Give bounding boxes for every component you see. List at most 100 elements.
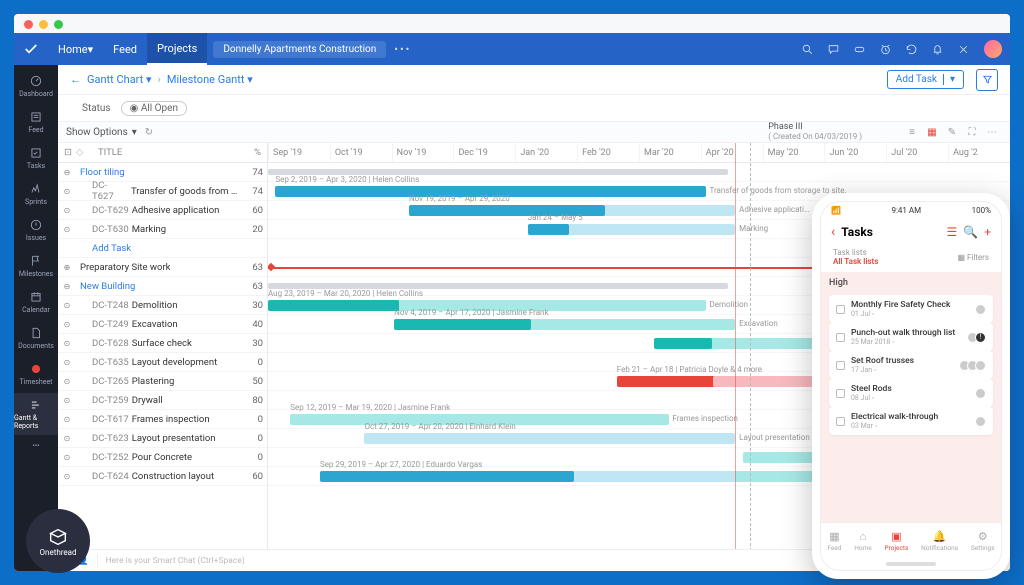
gantt-bar[interactable] <box>320 471 743 482</box>
chat-placeholder: Here is your Smart Chat (Ctrl+Space) <box>106 556 245 566</box>
refresh-icon[interactable]: ↻ <box>145 127 153 138</box>
bell-icon[interactable] <box>924 43 950 56</box>
status-filter-pill[interactable]: ◉ All Open <box>121 101 187 116</box>
phone-tab-home[interactable]: ⌂Home <box>854 530 872 552</box>
task-row[interactable]: ⊙DC-T624Construction layout60 <box>58 467 267 486</box>
gantt-bar[interactable] <box>364 433 735 444</box>
phone-statusbar: 📶9:41 AM100% <box>821 202 1001 218</box>
add-task-button[interactable]: Add Task▾ <box>887 70 964 89</box>
fullscreen-icon[interactable]: ⛶ <box>962 127 982 138</box>
task-row[interactable]: ⊙DC-T630Marking20 <box>58 220 267 239</box>
phone-task-card[interactable]: Electrical walk-through03 Mar ◦ <box>829 407 993 435</box>
task-row[interactable]: ⊙DC-T265Plastering50 <box>58 372 267 391</box>
checkbox[interactable] <box>836 389 845 398</box>
month-header: Mar '20 <box>639 143 701 162</box>
maximize-window-icon[interactable] <box>54 20 63 29</box>
tools-icon[interactable] <box>950 43 976 56</box>
rail-timesheet[interactable]: Timesheet <box>14 357 58 391</box>
phone-search-icon[interactable]: 🔍 <box>963 225 978 239</box>
onethread-badge: Onethread <box>26 509 90 573</box>
task-row[interactable]: ⊙DC-T252Pour Concrete0 <box>58 448 267 467</box>
rail-issues[interactable]: Issues <box>14 213 58 247</box>
page-breadcrumb: ← Gantt Chart ▾ › Milestone Gantt ▾ Add … <box>58 65 1010 95</box>
phone-task-card[interactable]: Punch-out walk through list25 Mar 2018 ◦… <box>829 323 993 351</box>
phone-task-card[interactable]: Steel Rods08 Jul ◦ <box>829 379 993 407</box>
checkbox[interactable] <box>836 361 845 370</box>
task-row[interactable]: ⊙DC-T635Layout development0 <box>58 353 267 372</box>
phone-tab-feed[interactable]: ▦Feed <box>827 530 841 552</box>
phone-back-icon[interactable]: ‹ <box>831 224 835 240</box>
alarm-icon[interactable] <box>872 43 898 56</box>
task-row[interactable]: ⊙DC-T623Layout presentation0 <box>58 429 267 448</box>
task-row[interactable]: ⊙DC-T628Surface check30 <box>58 334 267 353</box>
phone-task-card[interactable]: Monthly Fire Safety Check01 Jul ◦ <box>829 295 993 323</box>
task-row[interactable]: ⊖New Building63 <box>58 277 267 296</box>
phone-tab-projects[interactable]: ▣Projects <box>885 530 909 552</box>
phone-tab-notifications[interactable]: 🔔Notifications <box>921 530 958 552</box>
month-header: Jan '20 <box>515 143 577 162</box>
month-header: Sep '19 <box>268 143 330 162</box>
rail-gantt[interactable]: Gantt & Reports <box>14 393 58 435</box>
gantt-list-header: ⊡ ◇ TITLE % <box>58 143 267 163</box>
chat-icon[interactable] <box>820 43 846 56</box>
user-avatar[interactable] <box>984 40 1002 58</box>
rail-dashboard[interactable]: Dashboard <box>14 69 58 103</box>
search-icon[interactable] <box>794 43 820 56</box>
minimize-window-icon[interactable] <box>39 20 48 29</box>
phone-task-card[interactable]: Set Roof trusses17 Jan ◦ <box>829 351 993 379</box>
refresh-icon[interactable] <box>898 43 924 56</box>
gantt-bar[interactable] <box>394 319 735 330</box>
rail-milestones[interactable]: Milestones <box>14 249 58 283</box>
month-header: Feb '20 <box>577 143 639 162</box>
rail-feed[interactable]: Feed <box>14 105 58 139</box>
app-logo-icon[interactable] <box>14 41 48 57</box>
checkbox[interactable] <box>836 417 845 426</box>
task-row[interactable]: ⊙DC-T617Frames inspection0 <box>58 410 267 429</box>
crumb-milestone[interactable]: Milestone Gantt ▾ <box>167 73 253 86</box>
crumb-gantt[interactable]: Gantt Chart ▾ <box>87 73 152 86</box>
chevron-right-icon: › <box>158 73 161 86</box>
task-row[interactable]: Add Task <box>58 239 267 258</box>
nav-more-icon[interactable]: ••• <box>394 43 411 56</box>
rail-more[interactable]: ••• <box>14 437 58 455</box>
task-row[interactable]: ⊙DC-T259Drywall80 <box>58 391 267 410</box>
checkbox[interactable] <box>836 333 845 342</box>
top-nav: Home ▾ Feed Projects Donnelly Apartments… <box>14 33 1010 65</box>
add-task-dropdown-icon[interactable]: ▾ <box>943 74 955 85</box>
toolbar-icon-2[interactable]: ▦ <box>922 127 942 138</box>
gantt-bar[interactable] <box>528 224 736 235</box>
phase-marker: Phase III( Created On 04/03/2019 ) <box>768 122 862 142</box>
status-label: Status <box>82 103 111 114</box>
close-window-icon[interactable] <box>24 20 33 29</box>
task-row[interactable]: ⊙DC-T629Adhesive application60 <box>58 201 267 220</box>
nav-projects[interactable]: Projects <box>147 33 207 65</box>
pct-header: % <box>239 147 261 158</box>
game-icon[interactable] <box>846 43 872 56</box>
rail-tasks[interactable]: Tasks <box>14 141 58 175</box>
project-breadcrumb[interactable]: Donnelly Apartments Construction <box>213 41 386 58</box>
nav-feed[interactable]: Feed <box>103 33 147 65</box>
rail-calendar[interactable]: Calendar <box>14 285 58 319</box>
status-row: Status ◉ All Open <box>58 95 1010 121</box>
gantt-task-list: ⊡ ◇ TITLE % ⊖Floor tiling74⊙DC-T627Trans… <box>58 143 268 571</box>
phone-tab-settings[interactable]: ⚙Settings <box>971 530 995 552</box>
filter-button[interactable] <box>976 69 998 91</box>
rail-documents[interactable]: Documents <box>14 321 58 355</box>
phone-filters[interactable]: ▦ Filters <box>957 253 989 262</box>
task-row[interactable]: ⊕Preparatory Site work63 <box>58 258 267 277</box>
nav-home[interactable]: Home ▾ <box>48 33 103 65</box>
phone-add-icon[interactable]: + <box>984 225 991 239</box>
task-row[interactable]: ⊙DC-T627Transfer of goods from s...74 <box>58 182 267 201</box>
toolbar-icon-3[interactable]: ✎ <box>942 127 962 138</box>
month-header: Jun '20 <box>824 143 886 162</box>
left-rail: DashboardFeedTasksSprintsIssuesMilestone… <box>14 65 58 571</box>
toolbar-icon-1[interactable]: ≡ <box>902 127 922 138</box>
rail-sprints[interactable]: Sprints <box>14 177 58 211</box>
phone-menu-icon[interactable]: ☰ <box>946 225 957 239</box>
toolbar-more-icon[interactable]: ⋯ <box>982 127 1002 138</box>
back-icon[interactable]: ← <box>70 73 81 86</box>
show-options-toggle[interactable]: Show Options ▾ <box>66 127 137 138</box>
task-row[interactable]: ⊙DC-T248Demolition30 <box>58 296 267 315</box>
checkbox[interactable] <box>836 305 845 314</box>
task-row[interactable]: ⊙DC-T249Excavation40 <box>58 315 267 334</box>
